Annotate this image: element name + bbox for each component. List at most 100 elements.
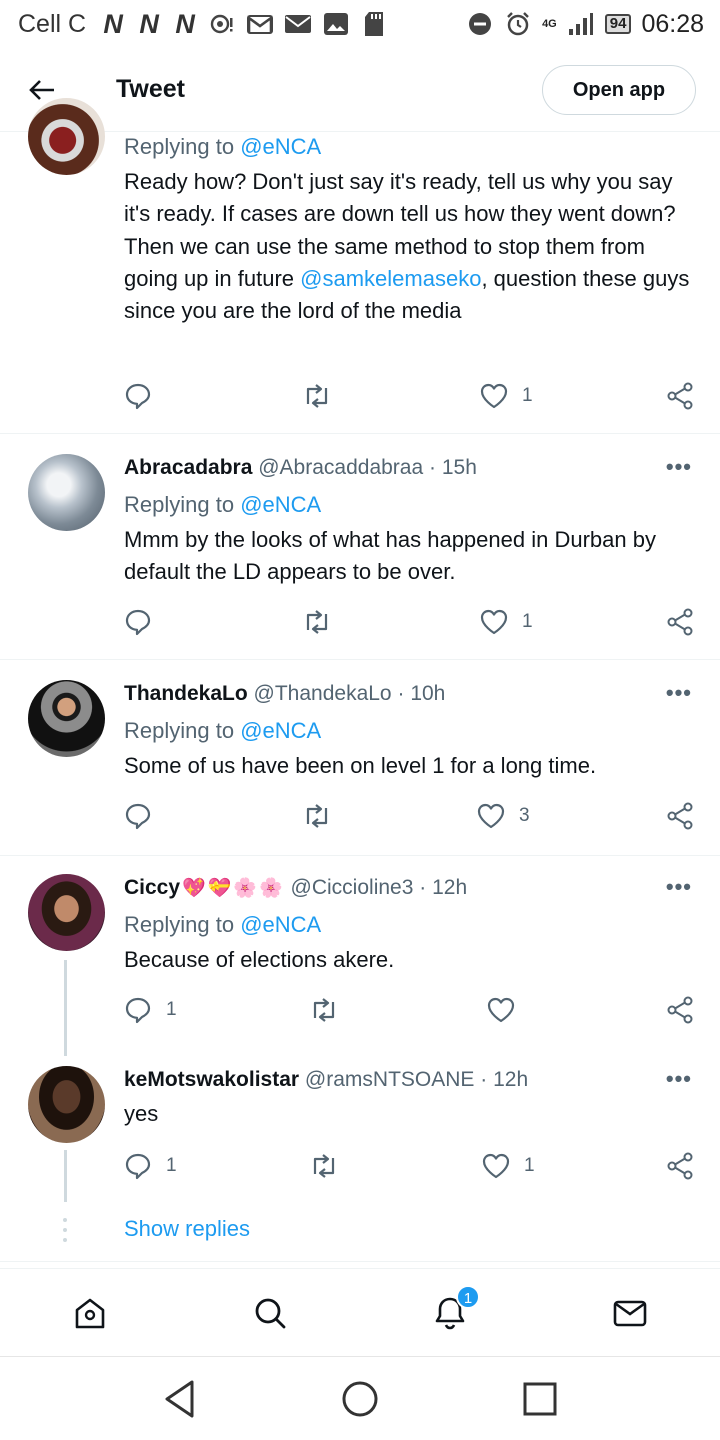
retweet-button[interactable] bbox=[309, 1154, 339, 1178]
author-name[interactable]: Abracadabra bbox=[124, 456, 252, 479]
like-button[interactable]: 1 bbox=[480, 609, 533, 635]
tweet-time[interactable]: 12h bbox=[432, 876, 467, 899]
share-button[interactable] bbox=[666, 996, 694, 1024]
mention-link[interactable]: @samkelemaseko bbox=[300, 266, 481, 291]
reply-button[interactable]: 1 bbox=[124, 996, 177, 1024]
share-icon bbox=[667, 996, 693, 1024]
tweet-actions: 1 bbox=[124, 606, 696, 642]
clock: 06:28 bbox=[641, 9, 704, 38]
replying-to-label: Replying to bbox=[124, 912, 235, 937]
open-app-button[interactable]: Open app bbox=[542, 65, 696, 115]
author-name[interactable]: ThandekaLo bbox=[124, 682, 248, 705]
tweet-thread: Ciccy 💖💝🌸🌸 @Ciccioline3 · 12h Replying to… bbox=[0, 856, 720, 1262]
author-name[interactable]: Ciccy bbox=[124, 876, 180, 899]
share-icon bbox=[667, 608, 693, 636]
home-icon bbox=[75, 1298, 105, 1329]
author-name[interactable]: keMotswakolistar bbox=[124, 1068, 299, 1091]
camera-notification-icon bbox=[208, 11, 236, 37]
battery-level: 94 bbox=[604, 14, 632, 34]
author-handle[interactable]: @Ciccioline3 bbox=[291, 876, 414, 899]
more-options-button[interactable]: ••• bbox=[666, 874, 692, 900]
like-button[interactable]: 3 bbox=[477, 803, 530, 829]
share-button[interactable] bbox=[666, 608, 694, 636]
nav-search[interactable] bbox=[250, 1293, 290, 1333]
retweet-icon bbox=[313, 1154, 335, 1178]
share-button[interactable] bbox=[666, 382, 694, 410]
carrier-name: Cell C bbox=[18, 9, 87, 38]
like-button[interactable]: 1 bbox=[482, 1153, 535, 1179]
mention-link[interactable]: @eNCA bbox=[240, 134, 321, 159]
author-handle[interactable]: @ramsNTSOANE bbox=[305, 1068, 475, 1091]
retweet-icon bbox=[306, 610, 328, 634]
tweet-text: Ready how? Don't just say it's ready, te… bbox=[124, 166, 694, 327]
tweet-time[interactable]: 10h bbox=[410, 682, 445, 705]
more-options-button[interactable]: ••• bbox=[666, 680, 692, 706]
share-button[interactable] bbox=[666, 802, 694, 830]
like-count: 3 bbox=[519, 805, 530, 826]
system-back-button[interactable] bbox=[158, 1377, 202, 1421]
retweet-icon bbox=[313, 998, 335, 1022]
retweet-button[interactable] bbox=[302, 804, 332, 828]
heart-icon bbox=[477, 803, 505, 829]
reply-icon bbox=[125, 1153, 151, 1180]
replying-to: Replying to @eNCA bbox=[124, 716, 694, 750]
reply-button[interactable] bbox=[124, 802, 166, 830]
author-handle[interactable]: @ThandekaLo bbox=[254, 682, 392, 705]
show-replies-link[interactable]: Show replies bbox=[124, 1216, 250, 1242]
network-icon: N bbox=[103, 8, 123, 39]
page-title: Tweet bbox=[116, 75, 185, 103]
like-count: 1 bbox=[524, 1155, 535, 1176]
reply-icon bbox=[125, 383, 151, 410]
mention-link[interactable]: @eNCA bbox=[240, 718, 321, 743]
retweet-button[interactable] bbox=[302, 384, 332, 408]
avatar[interactable] bbox=[28, 874, 105, 951]
more-options-button[interactable]: ••• bbox=[666, 454, 692, 480]
tweet-header: Ciccy 💖💝🌸🌸 @Ciccioline3 · 12h bbox=[124, 874, 694, 902]
heart-icon bbox=[487, 997, 515, 1023]
nav-notifications[interactable]: 1 bbox=[430, 1285, 480, 1333]
bottom-navigation: 1 bbox=[0, 1268, 720, 1356]
retweet-button[interactable] bbox=[309, 998, 339, 1022]
share-icon bbox=[667, 802, 693, 830]
reply-button[interactable] bbox=[124, 382, 166, 410]
status-bar: Cell C N N N 4G 94 06:28 bbox=[0, 0, 720, 48]
sd-card-icon bbox=[360, 11, 388, 37]
tweet-actions: 1 bbox=[124, 380, 696, 416]
share-button[interactable] bbox=[666, 1152, 694, 1180]
thread-connector bbox=[64, 960, 67, 1056]
search-icon bbox=[255, 1298, 286, 1329]
retweet-button[interactable] bbox=[302, 610, 332, 634]
tweet-time[interactable]: 12h bbox=[493, 1068, 528, 1091]
system-recents-button[interactable] bbox=[518, 1377, 562, 1421]
author-handle[interactable]: @Abracaddabraa bbox=[258, 456, 423, 479]
tweet-time[interactable]: 15h bbox=[442, 456, 477, 479]
reply-icon bbox=[125, 803, 151, 830]
more-options-button[interactable]: ••• bbox=[666, 1066, 692, 1092]
do-not-disturb-icon bbox=[466, 11, 494, 37]
share-icon bbox=[667, 382, 693, 410]
avatar[interactable] bbox=[28, 98, 105, 175]
system-navigation-bar bbox=[0, 1356, 720, 1440]
avatar[interactable] bbox=[28, 680, 105, 757]
mention-link[interactable]: @eNCA bbox=[240, 492, 321, 517]
tweet[interactable]: Abracadabra @Abracaddabraa · 15h Replyin… bbox=[0, 434, 720, 660]
like-button[interactable]: 1 bbox=[480, 383, 533, 409]
avatar[interactable] bbox=[28, 454, 105, 531]
system-home-button[interactable] bbox=[338, 1377, 382, 1421]
tweet[interactable]: Replying to @eNCA Ready how? Don't just … bbox=[0, 98, 720, 434]
heart-icon bbox=[482, 1153, 510, 1179]
reply-icon bbox=[125, 997, 151, 1024]
heart-icon bbox=[480, 609, 508, 635]
tweet-text: Mmm by the looks of what has happened in… bbox=[124, 527, 656, 585]
nav-messages[interactable] bbox=[610, 1293, 650, 1333]
heart-icon bbox=[480, 383, 508, 409]
tweet[interactable]: ThandekaLo @ThandekaLo · 10h Replying to… bbox=[0, 660, 720, 856]
nav-home[interactable] bbox=[70, 1293, 110, 1333]
replying-to: Replying to @eNCA bbox=[124, 490, 694, 524]
reply-button[interactable] bbox=[124, 608, 166, 636]
reply-button[interactable]: 1 bbox=[124, 1152, 177, 1180]
top-app-bar: Tweet Open app bbox=[0, 48, 720, 132]
like-button[interactable] bbox=[487, 997, 529, 1023]
avatar[interactable] bbox=[28, 1066, 105, 1143]
mention-link[interactable]: @eNCA bbox=[240, 912, 321, 937]
